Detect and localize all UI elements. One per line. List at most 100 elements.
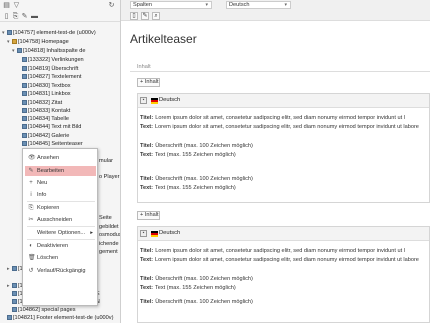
- page-icon[interactable]: [12, 307, 17, 313]
- menu-item-label: Info: [37, 192, 47, 198]
- page-icon[interactable]: [12, 291, 17, 297]
- tree-item[interactable]: [104845] Seitenteaser: [17, 140, 83, 148]
- menu-item-label: Neu: [37, 180, 48, 186]
- field-value: Überschrift (max. 100 Zeichen möglich): [155, 299, 253, 305]
- field-value: Überschrift (max. 100 Zeichen möglich): [155, 276, 253, 282]
- menu-item-icon: ↺: [28, 268, 34, 274]
- drag-handle-icon[interactable]: ▪: [140, 97, 147, 104]
- context-menu-item[interactable]: i Info: [25, 190, 96, 200]
- refresh-icon[interactable]: ↻: [108, 2, 115, 9]
- filter-icon[interactable]: ▽: [13, 2, 20, 9]
- tree-item[interactable]: [104827] Textelement: [17, 73, 81, 81]
- tree-item[interactable]: ▾ [104758] Homepage: [7, 38, 69, 46]
- columns-select[interactable]: Spalten ▾: [130, 1, 212, 9]
- context-menu-item[interactable]: ⎘ Kopieren: [25, 203, 96, 213]
- menu-item-label: Weitere Optionen...: [37, 230, 86, 236]
- page-icon[interactable]: [12, 266, 17, 272]
- page-icon[interactable]: [22, 141, 27, 147]
- field-value: Lorem ipsum dolor sit amet, consetetur s…: [154, 124, 419, 130]
- tree-item[interactable]: [104842] Galerie: [17, 132, 69, 140]
- tree-item-label[interactable]: o Player: [99, 173, 120, 181]
- tree-item[interactable]: [104832] Zitat: [17, 99, 62, 107]
- drag-handle-icon[interactable]: ▪: [140, 230, 147, 237]
- context-menu-item[interactable]: ✂ Ausschneiden: [25, 215, 96, 225]
- page-icon[interactable]: [12, 299, 17, 305]
- context-menu-item[interactable]: + Neu: [25, 178, 96, 188]
- tree-item-label: [104834] Tabelle: [28, 116, 69, 122]
- context-menu-item[interactable]: ✎ Bearbeiten: [25, 166, 96, 176]
- tree-item-label[interactable]: Seite: [99, 214, 112, 222]
- language-select[interactable]: Deutsch ▾: [226, 1, 291, 9]
- page-icon[interactable]: [7, 315, 12, 321]
- menu-item-icon: i: [30, 192, 32, 198]
- tree-item-label: [104844] Text mit Bild: [28, 124, 82, 130]
- page-icon[interactable]: [22, 74, 27, 80]
- tree-item[interactable]: [104844] Text mit Bild: [17, 123, 81, 131]
- home-page-icon[interactable]: [12, 39, 17, 45]
- tree-item[interactable]: [104831] Linkbox: [17, 90, 71, 98]
- page-icon[interactable]: [22, 108, 27, 114]
- field-key: Titel:: [140, 248, 154, 254]
- page-icon[interactable]: [22, 124, 27, 130]
- page-icon[interactable]: [22, 91, 27, 97]
- tree-item-label[interactable]: gement: [99, 248, 118, 256]
- german-flag-icon: [151, 98, 158, 104]
- menu-item-icon: 👁: [28, 155, 36, 161]
- tree-item-label: [104818] Inhaltsspalte de: [23, 48, 86, 54]
- preview-line: Text: Lorem ipsum dolor sit amet, consete…: [140, 124, 419, 131]
- menu-item-label: Kopieren: [37, 205, 60, 211]
- page-icon[interactable]: [22, 66, 27, 72]
- menu-item-icon: +: [29, 180, 33, 186]
- preview-line: Titel: Überschrift (max. 100 Zeichen mögl…: [140, 299, 253, 306]
- page-icon[interactable]: [22, 100, 27, 106]
- context-menu-item[interactable]: ↺ Verlauf/Rückgängig: [25, 266, 96, 276]
- page-icon[interactable]: [7, 30, 12, 36]
- tree-item-label[interactable]: mular: [99, 157, 113, 165]
- page-icon[interactable]: [17, 48, 22, 54]
- tree-item-label[interactable]: gebildet: [99, 223, 119, 231]
- column-label: Inhalt: [137, 64, 151, 70]
- tree-item[interactable]: [104862] special pages: [7, 306, 76, 314]
- page-icon[interactable]: [22, 133, 27, 139]
- context-menu-item[interactable]: 🗑 Löschen: [25, 253, 96, 263]
- link-icon[interactable]: ⎘: [12, 13, 19, 20]
- page-icon[interactable]: [12, 283, 17, 289]
- folder-icon[interactable]: ▬: [31, 13, 38, 20]
- tree-item[interactable]: ▾ [104757] element-test-de (u000v): [2, 29, 96, 37]
- page-icon[interactable]: [22, 83, 27, 89]
- add-content-button[interactable]: + Inhalt: [137, 78, 160, 87]
- tree-item-label[interactable]: ichende UF: [99, 240, 120, 248]
- page-title: Artikelteaser: [130, 32, 197, 46]
- tree-item[interactable]: [104830] Textbox: [17, 82, 71, 90]
- new-page-icon[interactable]: ▤: [3, 2, 10, 9]
- tree-item[interactable]: ▾ [104818] Inhaltsspalte de: [12, 47, 86, 55]
- tree-item[interactable]: [104833] Kontakt: [17, 107, 70, 115]
- columns-select-value: Spalten: [133, 2, 152, 8]
- edit-page-button[interactable]: ✎: [141, 12, 149, 20]
- context-menu-item[interactable]: ◐ Deaktivieren: [25, 241, 96, 251]
- context-menu-item[interactable]: Weitere Optionen... ▸: [25, 228, 96, 238]
- tree-item[interactable]: [133322] Verlinkungen: [17, 56, 84, 64]
- search-button[interactable]: ⌕: [152, 12, 160, 20]
- tree-item[interactable]: [104821] Footer element-test-de (u000v): [2, 314, 113, 322]
- preview-line: Titel: Lorem ipsum dolor sit amet, conset…: [140, 248, 405, 255]
- tree-item-label: [104827] Textelement: [28, 74, 82, 80]
- page-icon[interactable]: ▯: [3, 13, 10, 20]
- preview-line: Text: Text (max. 155 Zeichen möglich): [140, 285, 236, 292]
- tree-item[interactable]: [104819] Überschrift: [17, 65, 78, 73]
- menu-item-label: Verlauf/Rückgängig: [37, 268, 86, 274]
- page-icon[interactable]: [22, 116, 27, 122]
- page-icon[interactable]: [22, 57, 27, 63]
- context-menu-item[interactable]: 👁 Ansehen: [25, 153, 96, 163]
- tree-item[interactable]: [104834] Tabelle: [17, 115, 69, 123]
- content-area: Spalten ▾ Deutsch ▾ ▯ ✎ ⌕ Artikelteaser …: [121, 0, 430, 323]
- add-content-button[interactable]: + Inhalt: [137, 211, 160, 220]
- field-key: Text:: [140, 257, 153, 263]
- view-page-button[interactable]: ▯: [130, 12, 138, 20]
- tree-item-label[interactable]: osmodus S: [99, 231, 120, 239]
- edit-icon[interactable]: ✎: [21, 13, 28, 20]
- menu-item-label: Löschen: [37, 255, 59, 261]
- field-key: Text:: [140, 124, 153, 130]
- content-element[interactable]: ▪ Deutsch Titel: Lorem ipsum dolor sit amet…: [137, 93, 430, 203]
- content-element[interactable]: ▪ Deutsch Titel: Lorem ipsum dolor sit amet…: [137, 226, 430, 323]
